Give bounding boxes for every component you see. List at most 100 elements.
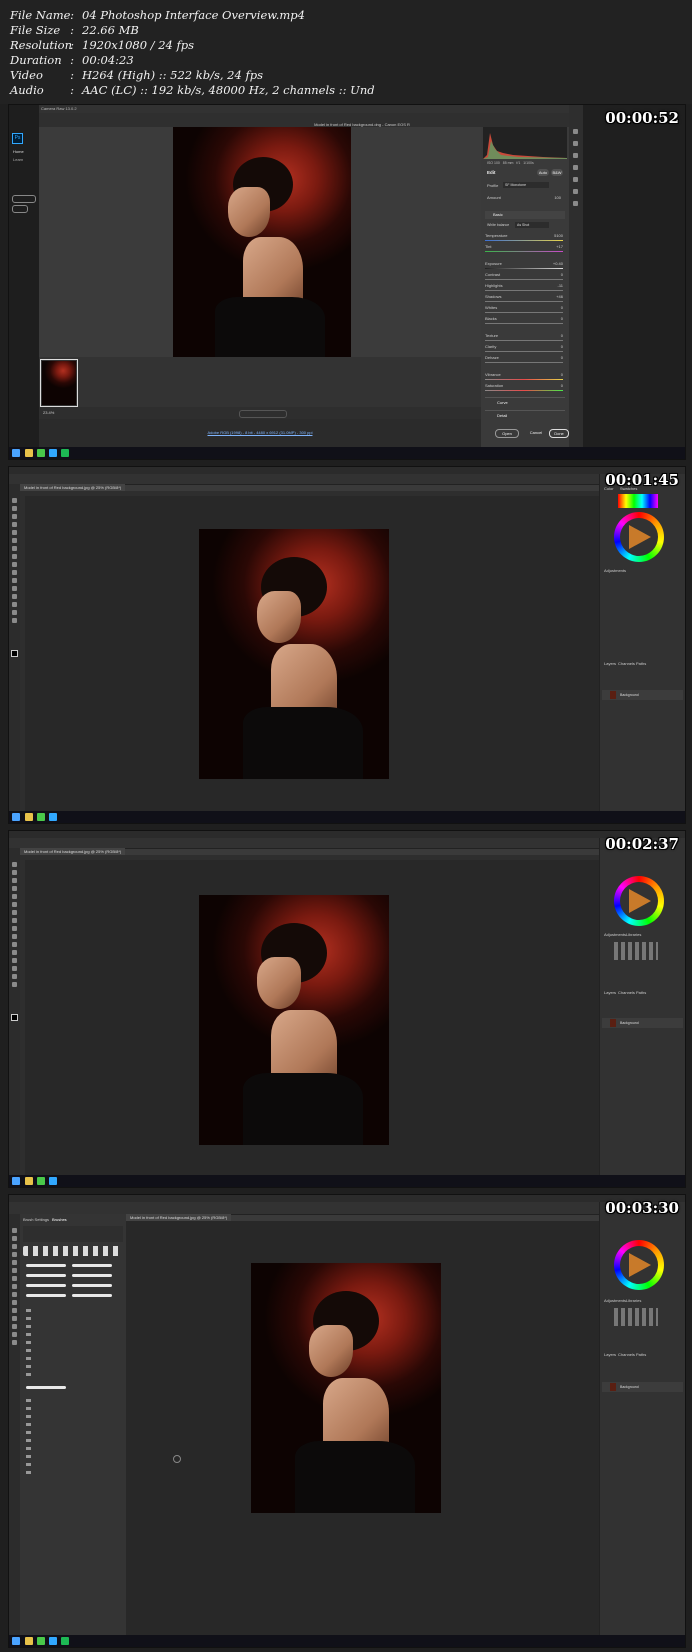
mask-tool-icon[interactable]	[573, 165, 578, 170]
quick-select-icon[interactable]	[12, 522, 17, 527]
layers-tab-3[interactable]: Layers	[604, 990, 616, 995]
slider-clarity[interactable]: Clarity 0	[485, 344, 563, 354]
move-tool-icon[interactable]	[12, 498, 17, 503]
start-icon[interactable]	[12, 1177, 20, 1185]
amount-value[interactable]: 100	[554, 195, 561, 200]
marquee-tool-icon[interactable]	[12, 506, 17, 511]
move-tool-icon[interactable]	[12, 1228, 17, 1233]
filmstrip-thumb[interactable]	[40, 359, 78, 407]
photoshop-taskbar-icon[interactable]	[49, 813, 57, 821]
home-tab[interactable]: Home	[13, 149, 24, 154]
brush-preset-7[interactable]	[26, 1294, 66, 1297]
brush-folder-7[interactable]	[26, 1357, 34, 1362]
layer-row-2[interactable]: Background	[602, 690, 683, 700]
color-wheel-4[interactable]	[614, 1240, 664, 1290]
heal-tool-icon[interactable]	[573, 153, 578, 158]
crop-tool-icon[interactable]	[12, 894, 17, 899]
eyedropper-icon[interactable]	[12, 902, 17, 907]
slider-vibrance[interactable]: Vibrance 0	[485, 372, 563, 382]
brush-folder-12[interactable]	[26, 1415, 34, 1420]
brush-folder-14[interactable]	[26, 1431, 34, 1436]
recent-brush-tips[interactable]	[23, 1246, 123, 1256]
document-tab-3[interactable]: Model in front of Red background.jpg @ 2…	[20, 848, 126, 855]
pen-tool-icon[interactable]	[12, 958, 17, 963]
start-icon[interactable]	[12, 449, 20, 457]
brush-preset-3[interactable]	[26, 1274, 66, 1277]
clone-stamp-icon[interactable]	[12, 562, 17, 567]
brush-tool-icon[interactable]	[12, 554, 17, 559]
white-balance-dropdown[interactable]: As Shot	[515, 222, 549, 228]
crop-tool-icon[interactable]	[573, 141, 578, 146]
zoom-tool-icon[interactable]	[12, 618, 17, 623]
brushes-tab[interactable]: Brushes	[52, 1217, 67, 1222]
brush-folder-3[interactable]	[26, 1325, 34, 1330]
brush-folder-1[interactable]	[26, 1309, 34, 1314]
workflow-options-link[interactable]: Adobe RGB (1998) - 8 bit - 4480 x 6912 (…	[208, 430, 313, 435]
color-wheel-2[interactable]	[614, 512, 664, 562]
foreground-color-swatch[interactable]	[11, 650, 18, 657]
marquee-tool-icon[interactable]	[12, 870, 17, 875]
brush-preset-8[interactable]	[72, 1294, 112, 1297]
edit-tool-icon[interactable]	[573, 129, 578, 134]
brush-folder-13[interactable]	[26, 1423, 34, 1428]
channels-tab-2[interactable]: Channels	[618, 661, 635, 666]
layers-tab-2[interactable]: Layers	[604, 661, 616, 666]
lasso-tool-icon[interactable]	[12, 878, 17, 883]
crop-tool-icon[interactable]	[12, 1260, 17, 1265]
photoshop-taskbar-icon[interactable]	[49, 1177, 57, 1185]
brush-folder-4[interactable]	[26, 1333, 34, 1338]
healing-brush-icon[interactable]	[12, 546, 17, 551]
cancel-button[interactable]: Cancel	[527, 429, 545, 436]
brush-folder-17[interactable]	[26, 1455, 34, 1460]
pen-tool-icon[interactable]	[12, 594, 17, 599]
done-button[interactable]: Done	[549, 429, 569, 438]
slider-saturation[interactable]: Saturation 0	[485, 383, 563, 393]
adjustments-tab-2[interactable]: Adjustments	[604, 568, 626, 573]
paths-tab-4[interactable]: Paths	[636, 1352, 646, 1357]
brush-folder-15[interactable]	[26, 1439, 34, 1444]
channels-tab-4[interactable]: Channels	[618, 1352, 635, 1357]
paths-tab-3[interactable]: Paths	[636, 990, 646, 995]
auto-button[interactable]: Auto	[537, 169, 549, 176]
zoom-tool-icon[interactable]	[12, 982, 17, 987]
chrome-icon[interactable]	[37, 449, 45, 457]
hand-tool-icon[interactable]	[12, 1340, 17, 1345]
layers-tab-4[interactable]: Layers	[604, 1352, 616, 1357]
explorer-icon[interactable]	[25, 813, 33, 821]
quick-select-icon[interactable]	[12, 886, 17, 891]
learn-tab[interactable]: Learn	[13, 157, 23, 162]
brush-folder-19[interactable]	[26, 1471, 34, 1476]
brush-tool-icon[interactable]	[12, 918, 17, 923]
eraser-icon[interactable]	[12, 1300, 17, 1305]
crop-tool-icon[interactable]	[12, 530, 17, 535]
dodge-icon[interactable]	[12, 1316, 17, 1321]
clone-stamp-icon[interactable]	[12, 926, 17, 931]
slider-contrast[interactable]: Contrast 0	[485, 272, 563, 282]
libraries-tab-4[interactable]: Libraries	[626, 1298, 641, 1303]
move-tool-icon[interactable]	[12, 862, 17, 867]
slider-shadows[interactable]: Shadows +46	[485, 294, 563, 304]
brush-preset-2[interactable]	[72, 1264, 112, 1267]
basic-section-header[interactable]: Basic	[485, 211, 565, 219]
color-sliders-2[interactable]	[618, 494, 658, 508]
slider-dehaze[interactable]: Dehaze 0	[485, 355, 563, 365]
brush-preset-9[interactable]	[26, 1386, 66, 1389]
zoom-level[interactable]: 23.4%	[43, 410, 54, 415]
lasso-tool-icon[interactable]	[12, 514, 17, 519]
channels-tab-3[interactable]: Channels	[618, 990, 635, 995]
rating-stars[interactable]	[239, 410, 287, 418]
adjustment-icons-3[interactable]	[614, 942, 658, 960]
photoshop-taskbar-icon[interactable]	[49, 449, 57, 457]
brush-folder-18[interactable]	[26, 1463, 34, 1468]
slider-temperature[interactable]: Temperature 5100	[485, 233, 563, 243]
brush-folder-16[interactable]	[26, 1447, 34, 1452]
spotify-icon[interactable]	[61, 449, 69, 457]
layer-row-4[interactable]: Background	[602, 1382, 683, 1392]
clone-stamp-icon[interactable]	[12, 1292, 17, 1297]
layer-row-3[interactable]: Background	[602, 1018, 683, 1028]
brush-preset-6[interactable]	[72, 1284, 112, 1287]
lasso-tool-icon[interactable]	[12, 1244, 17, 1249]
hand-tool-icon[interactable]	[12, 974, 17, 979]
red-eye-icon[interactable]	[573, 177, 578, 182]
eyedropper-icon[interactable]	[12, 1268, 17, 1273]
